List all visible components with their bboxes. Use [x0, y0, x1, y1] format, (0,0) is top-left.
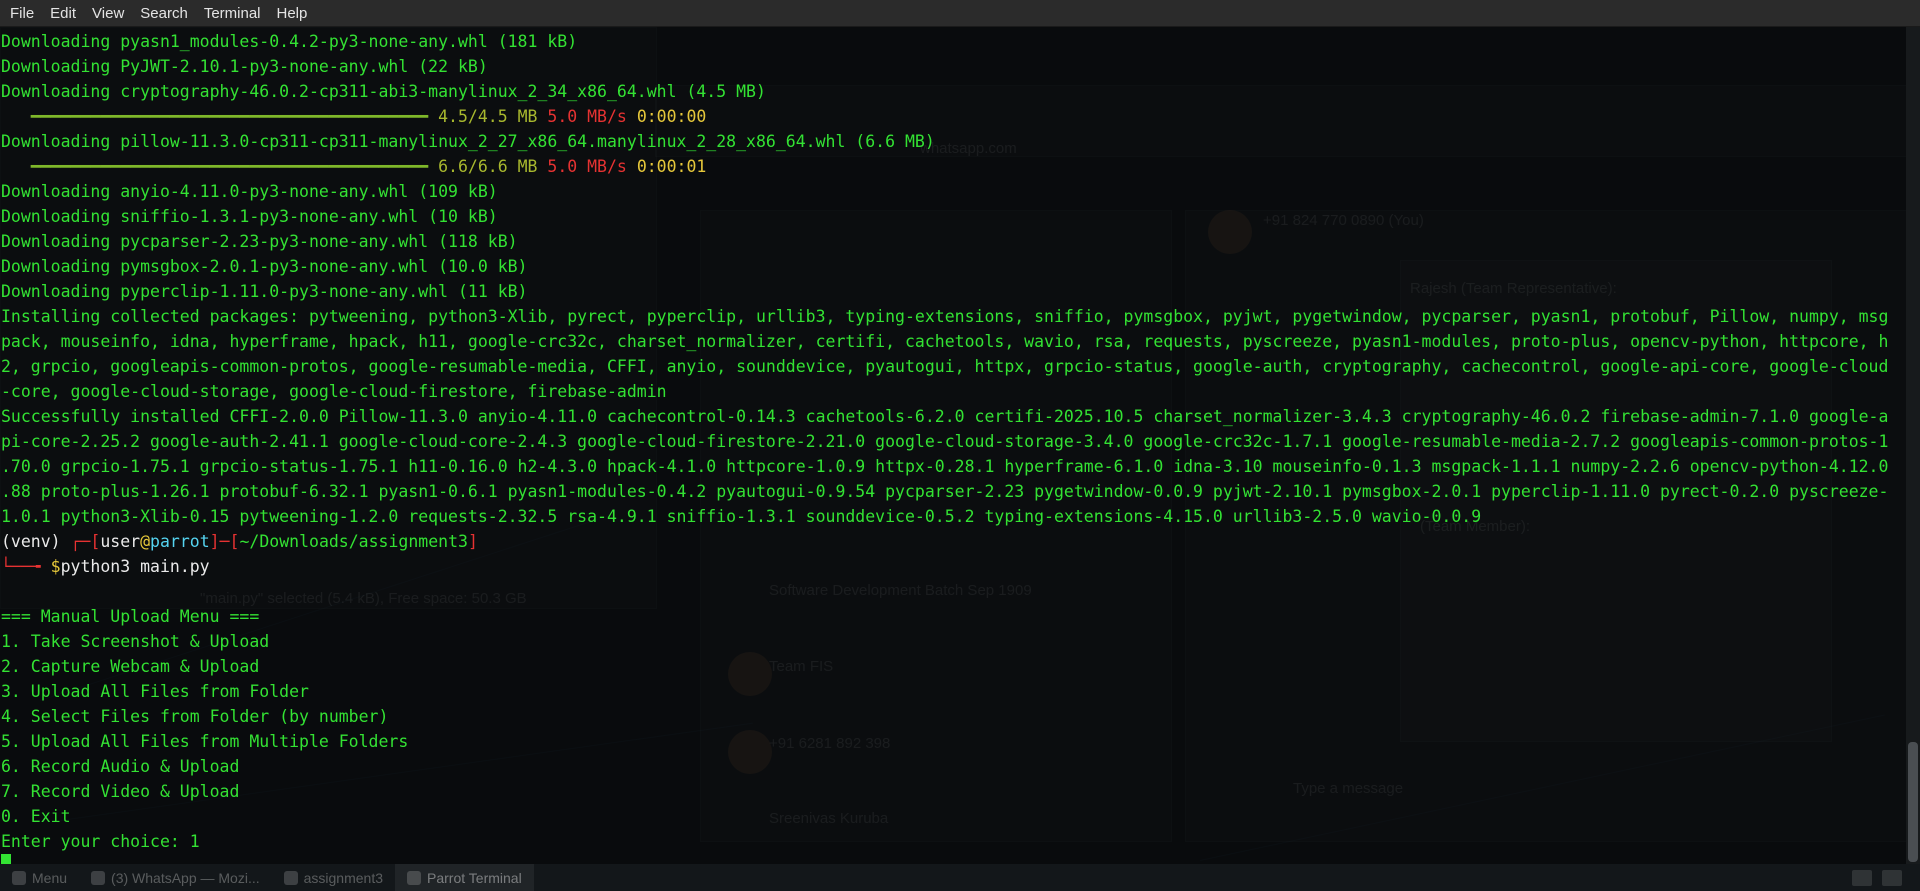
terminal-cursor	[1, 854, 11, 864]
progress-speed: 5.0 MB/s	[547, 107, 627, 126]
choice-prompt: Enter your choice: 1	[1, 832, 200, 851]
terminal-line: Downloading anyio-4.11.0-py3-none-any.wh…	[1, 182, 498, 201]
menu-edit[interactable]: Edit	[42, 0, 84, 27]
terminal-icon	[407, 870, 422, 885]
terminal-line: .88 proto-plus-1.26.1 protobuf-6.32.1 py…	[1, 482, 1889, 501]
prompt-corner-bottom: └──╼	[1, 557, 51, 576]
tray-icon[interactable]	[1882, 869, 1902, 886]
terminal-line: Downloading sniffio-1.3.1-py3-none-any.w…	[1, 207, 498, 226]
menu-title: === Manual Upload Menu ===	[1, 607, 260, 626]
taskbar-terminal[interactable]: Parrot Terminal	[395, 864, 534, 891]
terminal-line: pack, mouseinfo, idna, hyperframe, hpack…	[1, 332, 1889, 351]
menu-option: 0. Exit	[1, 807, 71, 826]
terminal-line: 1.0.1 python3-Xlib-0.15 pytweening-1.2.0…	[1, 507, 1482, 526]
menu-option: 7. Record Video & Upload	[1, 782, 240, 801]
progress-speed: 5.0 MB/s	[547, 157, 627, 176]
terminal-output[interactable]: Downloading pyasn1_modules-0.4.2-py3-non…	[0, 27, 1906, 864]
command-text: python3 main.py	[60, 557, 210, 576]
firefox-icon	[91, 870, 106, 885]
taskbar-folder-label: assignment3	[303, 869, 384, 886]
menu-option: 2. Capture Webcam & Upload	[1, 657, 260, 676]
menu-option: 5. Upload All Files from Multiple Folder…	[1, 732, 409, 751]
terminal-scrollbar[interactable]	[1906, 27, 1920, 864]
taskbar-menu[interactable]: Menu	[0, 864, 79, 891]
menu-option: 1. Take Screenshot & Upload	[1, 632, 270, 651]
terminal-line: -core, google-cloud-storage, google-clou…	[1, 382, 667, 401]
progress-size: 4.5/4.5 MB	[438, 107, 538, 126]
terminal-line: 2, grpcio, googleapis-common-protos, goo…	[1, 357, 1889, 376]
prompt-host: parrot	[150, 532, 210, 551]
prompt-separator: ]─[	[209, 532, 240, 551]
input-line[interactable]	[1, 854, 1906, 864]
terminal-line: Downloading PyJWT-2.10.1-py3-none-any.wh…	[1, 57, 488, 76]
terminal-line: Downloading cryptography-46.0.2-cp311-ab…	[1, 82, 766, 101]
system-tray	[1852, 869, 1920, 886]
terminal-line: Downloading pyasn1_modules-0.4.2-py3-non…	[1, 32, 578, 51]
prompt-end: ]	[467, 532, 478, 551]
terminal-menubar: File Edit View Search Terminal Help	[0, 0, 1920, 27]
menu-help[interactable]: Help	[269, 0, 316, 27]
menu-search[interactable]: Search	[132, 0, 196, 27]
terminal-line: Installing collected packages: pytweenin…	[1, 307, 1889, 326]
menu-option: 4. Select Files from Folder (by number)	[1, 707, 389, 726]
terminal-line: Downloading pycparser-2.23-py3-none-any.…	[1, 232, 518, 251]
terminal-line: Downloading pillow-11.3.0-cp311-cp311-ma…	[1, 132, 935, 151]
prompt-corner: ┌─[	[70, 532, 101, 551]
taskbar-whatsapp[interactable]: (3) WhatsApp — Mozi...	[79, 864, 272, 891]
taskbar: Menu (3) WhatsApp — Mozi... assignment3 …	[0, 864, 1920, 891]
taskbar-folder[interactable]: assignment3	[272, 864, 395, 891]
progress-line: ━━━━━━━━━━━━━━━━━━━━━━━━━━━━━━━━━━━━━━━━…	[1, 154, 1906, 179]
terminal-line: Successfully installed CFFI-2.0.0 Pillow…	[1, 407, 1889, 426]
progress-bar: ━━━━━━━━━━━━━━━━━━━━━━━━━━━━━━━━━━━━━━━━	[30, 157, 429, 176]
progress-size: 6.6/6.6 MB	[438, 157, 538, 176]
terminal-line: pi-core-2.25.2 google-auth-2.41.1 google…	[1, 432, 1889, 451]
prompt-at: @	[140, 532, 151, 551]
shell-prompt: (venv) ┌─[user@parrot]─[~/Downloads/assi…	[1, 529, 1906, 554]
terminal-line: Downloading pymsgbox-2.0.1-py3-none-any.…	[1, 257, 528, 276]
taskbar-menu-label: Menu	[32, 869, 68, 886]
progress-eta: 0:00:00	[636, 107, 707, 126]
progress-line: ━━━━━━━━━━━━━━━━━━━━━━━━━━━━━━━━━━━━━━━━…	[1, 104, 1906, 129]
prompt-user: user	[100, 532, 141, 551]
menu-option: 6. Record Audio & Upload	[1, 757, 240, 776]
tray-icon[interactable]	[1852, 869, 1872, 886]
menu-terminal[interactable]: Terminal	[196, 0, 269, 27]
progress-eta: 0:00:01	[636, 157, 707, 176]
prompt-venv: (venv)	[1, 532, 71, 551]
folder-icon	[283, 870, 298, 885]
menu-view[interactable]: View	[84, 0, 132, 27]
taskbar-terminal-label: Parrot Terminal	[427, 869, 522, 886]
prompt-path: ~/Downloads/assignment3	[239, 532, 468, 551]
menu-icon	[12, 870, 26, 885]
taskbar-whatsapp-label: (3) WhatsApp — Mozi...	[111, 869, 260, 886]
scrollbar-thumb[interactable]	[1908, 742, 1918, 862]
terminal-line: .70.0 grpcio-1.75.1 grpcio-status-1.75.1…	[1, 457, 1889, 476]
menu-file[interactable]: File	[2, 0, 42, 27]
shell-command: └──╼ $python3 main.py	[1, 554, 1906, 579]
menu-option: 3. Upload All Files from Folder	[1, 682, 309, 701]
prompt-dollar: $	[50, 557, 61, 576]
progress-bar: ━━━━━━━━━━━━━━━━━━━━━━━━━━━━━━━━━━━━━━━━	[30, 107, 429, 126]
terminal-line: Downloading pyperclip-1.11.0-py3-none-an…	[1, 282, 528, 301]
